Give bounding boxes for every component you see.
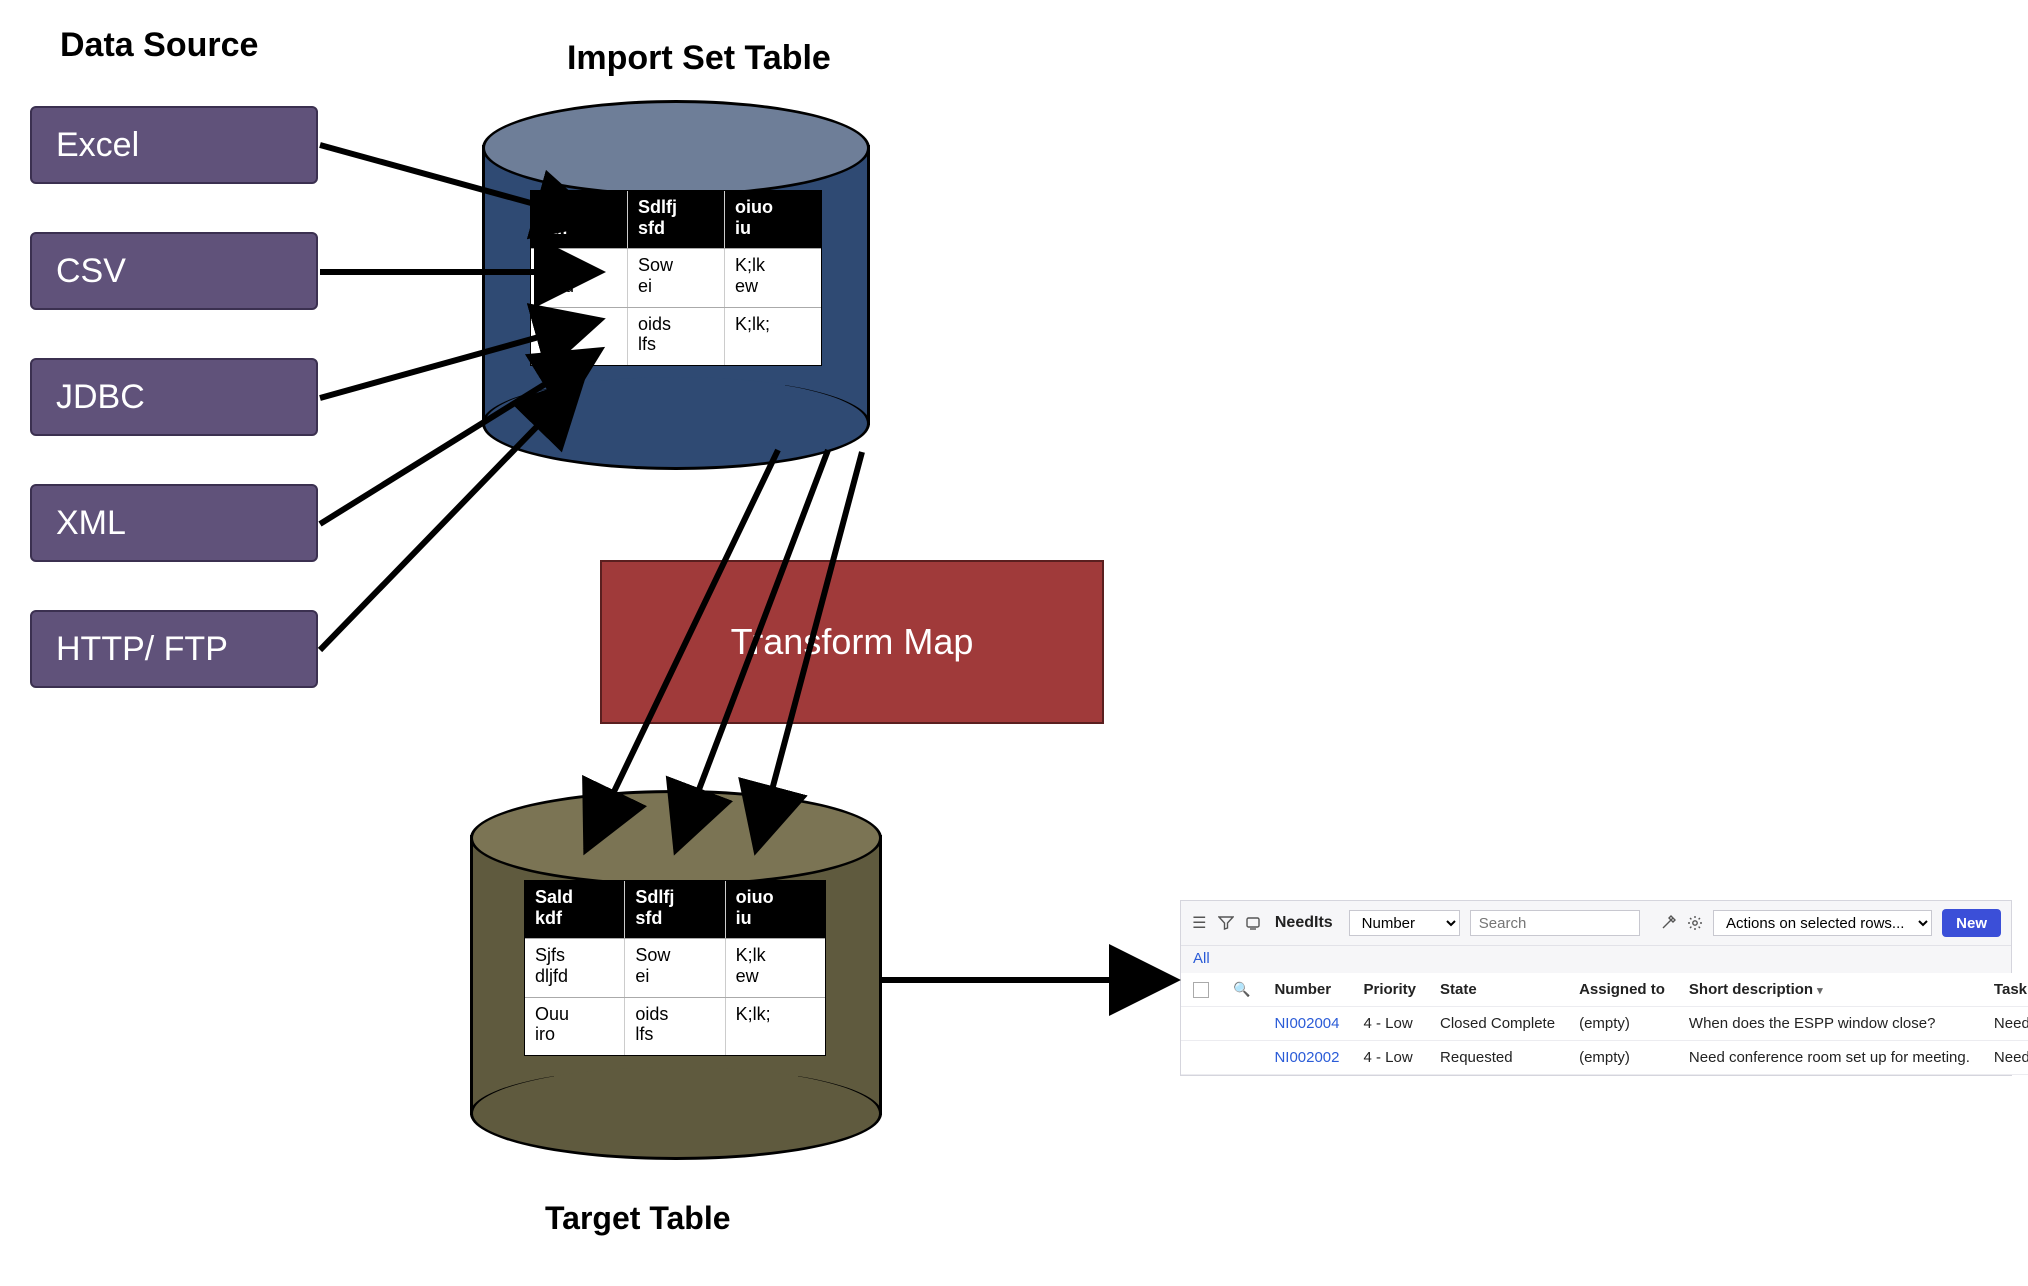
mini-td: Sjfs dljfd [531, 249, 628, 306]
col-short-description[interactable]: Short description▾ [1677, 973, 1982, 1007]
transform-map-label: Transform Map [731, 621, 974, 663]
personalize-icon[interactable] [1660, 913, 1677, 933]
source-box-excel: Excel [30, 106, 318, 184]
list-toolbar: ☰ NeedIts Number Actions on selected row… [1181, 901, 2011, 946]
actions-select[interactable]: Actions on selected rows... [1713, 910, 1932, 936]
filter-icon[interactable] [1218, 913, 1235, 933]
sort-caret-icon: ▾ [1817, 985, 1823, 997]
source-box-csv: CSV [30, 232, 318, 310]
mini-td: Sjfs dljfd [525, 939, 625, 996]
mini-td: Sow ei [628, 249, 725, 306]
source-box-xml: XML [30, 484, 318, 562]
mini-th: Sald kdf [525, 881, 625, 938]
source-box-jdbc: JDBC [30, 358, 318, 436]
cell-task-type: NeedIt [1982, 1041, 2028, 1075]
cell-task-type: NeedIt [1982, 1007, 2028, 1041]
col-priority[interactable]: Priority [1352, 973, 1429, 1007]
select-all-checkbox[interactable] [1193, 982, 1209, 998]
cell-priority: 4 - Low [1352, 1007, 1429, 1041]
cell-short-description: Need conference room set up for meeting. [1677, 1041, 1982, 1075]
record-table: 🔍 Number Priority State Assigned to Shor… [1181, 973, 2028, 1075]
mini-th: Sdlfj sfd [625, 881, 725, 938]
menu-icon[interactable]: ☰ [1191, 913, 1208, 933]
col-number[interactable]: Number [1262, 973, 1351, 1007]
mini-td: K;lk; [726, 998, 825, 1055]
cell-short-description: When does the ESPP window close? [1677, 1007, 1982, 1041]
heading-target-table: Target Table [545, 1200, 731, 1237]
mini-th: oiuo iu [725, 191, 821, 248]
cell-number[interactable]: NI002004 [1262, 1007, 1351, 1041]
mini-td: oids lfs [628, 308, 725, 365]
table-header-row: 🔍 Number Priority State Assigned to Shor… [1181, 973, 2028, 1007]
target-mini-table: Sald kdf Sdlfj sfd oiuo iu Sjfs dljfd So… [524, 880, 826, 1056]
mini-th: Sdlfj sfd [628, 191, 725, 248]
mini-td: Ouu iro [525, 998, 625, 1055]
col-state[interactable]: State [1428, 973, 1567, 1007]
mini-th: oiuo iu [726, 881, 825, 938]
activity-icon[interactable] [1244, 913, 1261, 933]
source-label: JDBC [56, 378, 145, 417]
heading-import-set-line1: Import Set Table [567, 39, 831, 77]
mini-td: oids lfs [625, 998, 725, 1055]
cell-priority: 4 - Low [1352, 1041, 1429, 1075]
table-row[interactable]: NI0020044 - LowClosed Complete(empty)Whe… [1181, 1007, 2028, 1041]
mini-td: K;lk ew [725, 249, 821, 306]
cell-assigned-to: (empty) [1567, 1041, 1677, 1075]
source-label: Excel [56, 126, 139, 165]
transform-map-box: Transform Map [600, 560, 1104, 724]
search-field-select[interactable]: Number [1349, 910, 1460, 936]
cell-assigned-to: (empty) [1567, 1007, 1677, 1041]
source-label: XML [56, 504, 126, 543]
cell-number[interactable]: NI002002 [1262, 1041, 1351, 1075]
source-label: CSV [56, 252, 126, 291]
list-breadcrumb[interactable]: All [1181, 946, 2011, 973]
mini-td: K;lk; [725, 308, 821, 365]
cell-state: Closed Complete [1428, 1007, 1567, 1041]
heading-data-source: Data Source [60, 26, 258, 65]
search-input[interactable] [1470, 910, 1640, 936]
source-label: HTTP/ FTP [56, 630, 228, 669]
mini-td: Sow ei [625, 939, 725, 996]
servicenow-list-panel: ☰ NeedIts Number Actions on selected row… [1180, 900, 2012, 1076]
col-task-type[interactable]: Task type [1982, 973, 2028, 1007]
mini-th: Sald kdf [531, 191, 628, 248]
search-row-icon[interactable]: 🔍 [1233, 981, 1250, 997]
mini-td: K;lk ew [726, 939, 825, 996]
source-box-http-ftp: HTTP/ FTP [30, 610, 318, 688]
new-button[interactable]: New [1942, 909, 2001, 937]
cell-state: Requested [1428, 1041, 1567, 1075]
table-row[interactable]: NI0020024 - LowRequested(empty)Need conf… [1181, 1041, 2028, 1075]
staging-mini-table: Sald kdf Sdlfj sfd oiuo iu Sjfs dljfd So… [530, 190, 822, 366]
settings-icon[interactable] [1686, 913, 1703, 933]
mini-td: Ouu iro [531, 308, 628, 365]
col-assigned-to[interactable]: Assigned to [1567, 973, 1677, 1007]
list-title: NeedIts [1275, 914, 1333, 932]
